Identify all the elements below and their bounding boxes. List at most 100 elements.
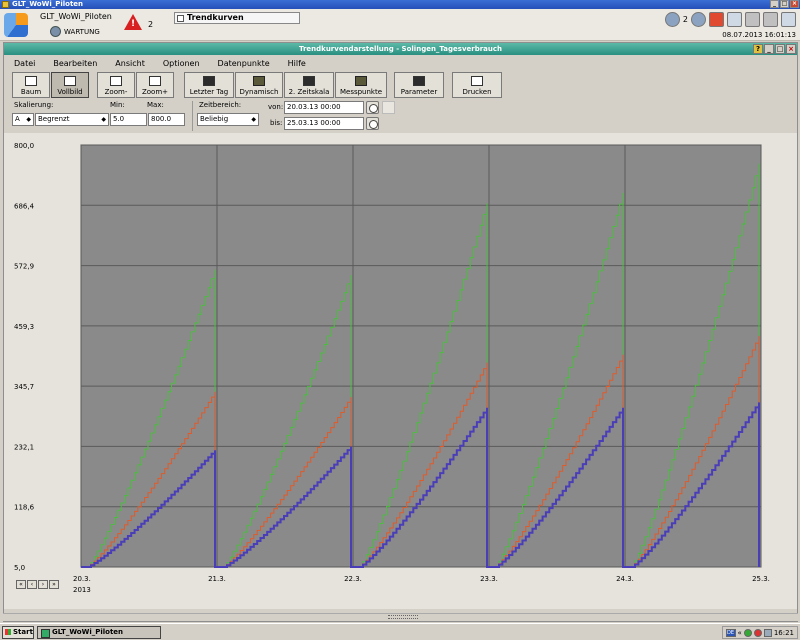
close-button[interactable]: × [790,0,799,8]
security-tray-icon[interactable] [753,628,762,637]
calendar-icon[interactable] [382,101,395,114]
x-tick-label: 21.3. [208,575,226,583]
maximize-button[interactable]: □ [780,0,789,8]
printer-alarm-icon[interactable] [709,12,724,27]
y-tick-label: 686,4 [14,202,35,210]
from-label: von: [268,103,284,111]
menu-ansicht[interactable]: Ansicht [113,57,153,70]
trend-chart-svg[interactable]: 800,0 686,4 572,9 459,3 345,7 232,1 118,6 5,0 2… [4,133,797,609]
minimize-button[interactable]: _ [770,0,779,8]
timerange-mode-value: Beliebig [200,115,229,123]
active-app-tab[interactable]: Trendkurven [174,12,300,24]
dynamisch-button[interactable]: Dynamisch [235,72,283,98]
nav-last-button[interactable]: » [49,580,59,589]
last-day-icon [203,76,215,86]
zoom-out-button[interactable]: Zoom- [97,72,135,98]
divider [192,101,193,131]
chevron-down-icon: ◆ [251,116,256,123]
splitter[interactable] [3,613,798,621]
trend-window: Trendkurvendarstellung - Solingen_Tagesv… [3,42,798,622]
window-icon [177,15,184,22]
max-input[interactable]: 800.0 [148,113,185,126]
tray-expand-icon[interactable]: « [738,629,742,637]
nav-next-button[interactable]: › [38,580,48,589]
x-tick-label: 25.3. [752,575,770,583]
zeitskala-label: 2. Zeitskala [288,88,330,96]
header-datetime: 08.07.2013 16:01:13 [722,31,796,39]
min-input[interactable]: 5.0 [110,113,147,126]
from-date-input[interactable]: 20.03.13 00:00 [284,101,364,114]
to-clock-icon[interactable] [366,117,379,130]
y-tick-label: 5,0 [14,564,25,572]
mode-indicator[interactable]: WARTUNG [50,26,100,37]
vollbild-button[interactable]: Vollbild [51,72,89,98]
parameter-icon [413,76,425,86]
baum-button[interactable]: Baum [12,72,50,98]
volume-tray-icon[interactable] [763,628,772,637]
scaling-mode-value: Begrenzt [38,115,70,123]
active-app-label: Trendkurven [187,13,244,22]
user-settings-icon[interactable] [691,12,706,27]
menu-bearbeiten[interactable]: Bearbeiten [51,57,105,70]
inner-close-button[interactable]: × [786,44,796,54]
inner-maximize-button[interactable]: □ [775,44,785,54]
alarm-count: 2 [148,20,154,29]
menu-datei[interactable]: Datei [12,57,43,70]
language-indicator[interactable]: DE [725,628,736,637]
menu-hilfe[interactable]: Hilfe [286,57,314,70]
menu-optionen[interactable]: Optionen [161,57,208,70]
messpunkte-button[interactable]: Messpunkte [335,72,387,98]
trend-chart[interactable]: 800,0 686,4 572,9 459,3 345,7 232,1 118,6 5,0 2… [4,133,797,609]
taskbar-item[interactable]: GLT_WoWi_Piloten [37,626,161,639]
dynamic-icon [253,76,265,86]
y-tick-label: 572,9 [14,263,34,271]
scaling-mode-select[interactable]: Begrenzt ◆ [35,113,109,126]
taskbar: Start GLT_WoWi_Piloten DE « 16:21 [0,623,800,640]
time-navigation: « ‹ › » [16,580,59,589]
splitter-grip[interactable] [388,615,418,619]
nav-first-button[interactable]: « [16,580,26,589]
network-icon[interactable] [727,12,742,27]
x-axis-ticks: 20.3. 21.3. 22.3. 23.3. 24.3. 25.3. 2013 [73,575,770,594]
header-bar: GLT_WoWi_Piloten WARTUNG ! 2 Trendkurven… [0,9,800,41]
y-tick-label: 459,3 [14,323,34,331]
timerange-mode-select[interactable]: Beliebig ◆ [197,113,259,126]
system-tray: DE « 16:21 [721,626,798,639]
trend-window-title: Trendkurvendarstellung - Solingen_Tagesv… [298,45,503,53]
letzter-tag-label: Letzter Tag [189,88,229,96]
header-tray: 2 [664,12,796,27]
inner-minimize-button[interactable]: _ [764,44,774,54]
outer-title-bar: GLT_WoWi_Piloten _ □ × [0,0,800,9]
station-name: GLT_WoWi_Piloten [40,12,112,21]
users-icon[interactable] [664,12,680,27]
document-icon[interactable] [745,12,760,27]
drucken-button[interactable]: Drucken [452,72,502,98]
network-tray-icon[interactable] [743,628,752,637]
messpunkte-label: Messpunkte [339,88,383,96]
zoom-in-button[interactable]: Zoom+ [136,72,174,98]
x-year-label: 2013 [73,586,91,594]
trend-window-controls: ? _ □ × [753,44,796,54]
timerange-label: Zeitbereich: [199,101,242,109]
menu-datenpunkte[interactable]: Datenpunkte [216,57,278,70]
start-button[interactable]: Start [2,626,34,639]
letzter-tag-button[interactable]: Letzter Tag [184,72,234,98]
phone-icon[interactable] [763,12,778,27]
parameter-button[interactable]: Parameter [394,72,444,98]
timescale-icon [303,76,315,86]
y-tick-label: 232,1 [14,443,34,451]
monitor-icon[interactable] [781,12,796,27]
baum-label: Baum [20,88,42,96]
to-date-input[interactable]: 25.03.13 00:00 [284,117,364,130]
axis-select[interactable]: A ◆ [12,113,34,126]
zeitskala-button[interactable]: 2. Zeitskala [284,72,334,98]
nav-prev-button[interactable]: ‹ [27,580,37,589]
printer-icon [471,76,483,86]
from-clock-icon[interactable] [366,101,379,114]
help-button[interactable]: ? [753,44,763,54]
drucken-label: Drucken [462,88,492,96]
min-label: Min: [110,101,125,109]
max-label: Max: [147,101,164,109]
app-logo [4,13,28,37]
zoom-in-icon [149,76,161,86]
